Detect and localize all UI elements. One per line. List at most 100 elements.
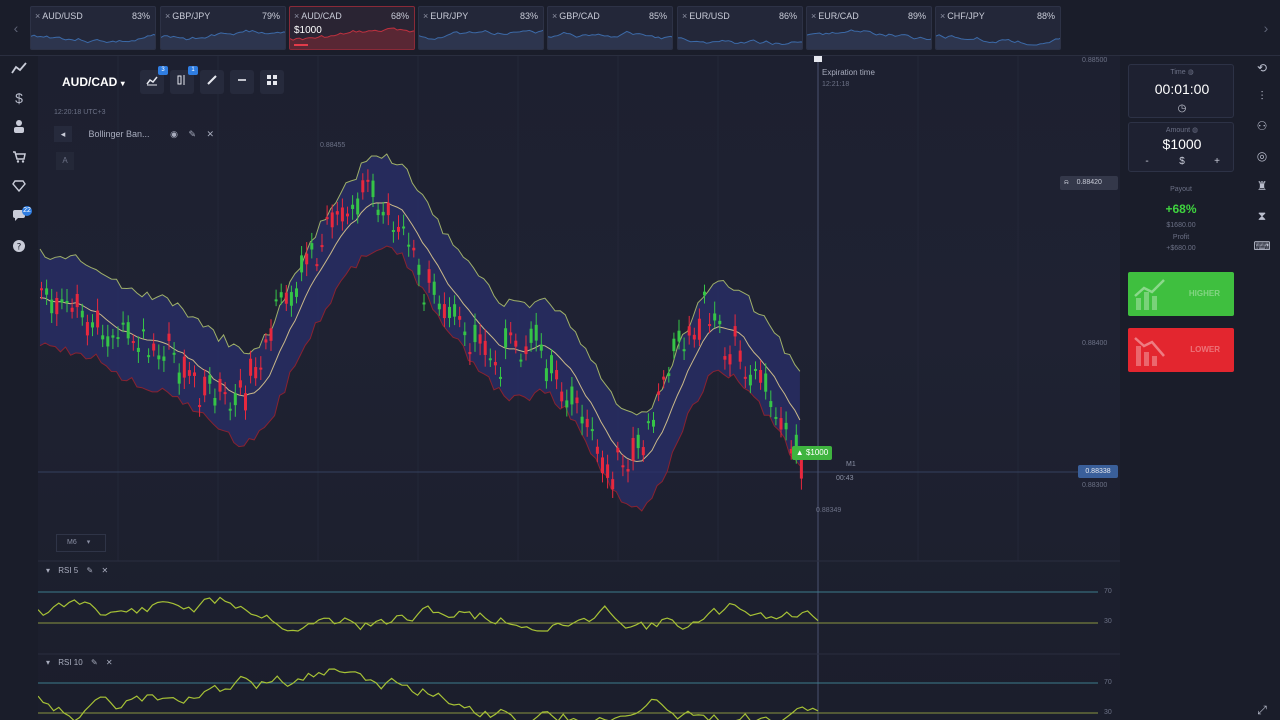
eye-icon[interactable]: ◉ bbox=[170, 129, 178, 139]
candle bbox=[177, 372, 181, 384]
close-icon[interactable]: × bbox=[294, 11, 299, 21]
close-icon[interactable]: × bbox=[165, 11, 170, 21]
candle bbox=[703, 291, 706, 296]
asset-tab[interactable]: × AUD/USD 83% bbox=[30, 6, 156, 50]
candle bbox=[524, 346, 528, 355]
asset-name: × AUD/CAD bbox=[294, 11, 342, 21]
hourglass-icon[interactable]: ⧗ bbox=[1252, 206, 1272, 226]
alert-price: 0.88420 bbox=[1076, 179, 1102, 186]
trend-down-icon bbox=[1134, 337, 1165, 366]
rsi-panel-label: ▾ RSI 5 ✎ ✕ bbox=[46, 566, 108, 575]
timeframe-select[interactable]: M6 ▾ bbox=[56, 534, 106, 552]
timezone-label: 12:20:18 UTC+3 bbox=[54, 109, 106, 116]
candle bbox=[325, 217, 329, 220]
candle bbox=[157, 355, 161, 360]
higher-button[interactable]: HIGHER bbox=[1128, 272, 1234, 316]
asset-tab[interactable]: × EUR/CAD 89% bbox=[806, 6, 932, 50]
asset-name: × AUD/USD bbox=[35, 11, 83, 21]
collapse-icon[interactable]: ▾ bbox=[46, 566, 50, 575]
trophy-icon[interactable]: ♜ bbox=[1252, 176, 1272, 196]
chart-area[interactable]: AUD/CAD ▾ 3 1 12:20:18 UTC+3 ◂ Bollinger… bbox=[38, 56, 1120, 720]
candle bbox=[743, 376, 747, 379]
layout-grid-icon[interactable] bbox=[260, 70, 284, 94]
community-icon[interactable]: ⚇ bbox=[1252, 116, 1272, 136]
candle bbox=[453, 304, 457, 317]
chevron-right-icon[interactable]: › bbox=[1256, 18, 1276, 38]
target-icon[interactable]: ◎ bbox=[1252, 146, 1272, 166]
close-icon[interactable]: × bbox=[940, 11, 945, 21]
time-box[interactable]: Time ◍ 00:01:00 ◷ bbox=[1128, 64, 1234, 118]
candle bbox=[259, 367, 263, 370]
asset-tab[interactable]: × AUD/CAD 68% $1000 bbox=[289, 6, 415, 50]
edit-icon[interactable]: ✎ bbox=[87, 566, 94, 575]
candle bbox=[274, 299, 278, 302]
candle bbox=[402, 226, 406, 229]
edit-icon[interactable]: ✎ bbox=[188, 129, 196, 139]
candle bbox=[213, 397, 217, 406]
asset-payout: 68% bbox=[390, 11, 409, 21]
close-icon[interactable]: × bbox=[811, 11, 816, 21]
amount-minus-button[interactable]: - bbox=[1129, 156, 1165, 167]
asset-tab[interactable]: × GBP/CAD 85% bbox=[547, 6, 673, 50]
low-label: 0.88349 bbox=[816, 507, 842, 514]
close-icon[interactable]: × bbox=[35, 11, 40, 21]
candle bbox=[504, 328, 508, 348]
open-trade-tag[interactable]: ▲ $1000 bbox=[792, 446, 832, 460]
candle bbox=[641, 447, 645, 456]
pencil-icon[interactable] bbox=[200, 70, 224, 94]
candle bbox=[672, 338, 676, 352]
edit-icon[interactable]: ✎ bbox=[91, 658, 98, 667]
chart-icon[interactable] bbox=[9, 60, 29, 80]
help-icon[interactable]: ? bbox=[9, 238, 29, 258]
price-chart[interactable] bbox=[38, 56, 1120, 720]
price-alert[interactable]: ⍾ 0.88420 bbox=[1060, 176, 1118, 190]
candle bbox=[585, 418, 589, 428]
close-icon[interactable]: × bbox=[552, 11, 557, 21]
close-icon[interactable]: × bbox=[682, 11, 687, 21]
candle bbox=[621, 465, 625, 468]
close-icon[interactable]: ✕ bbox=[106, 658, 113, 667]
collapse-button[interactable]: ◂ bbox=[54, 126, 72, 142]
asset-tab[interactable]: × CHF/JPY 88% bbox=[935, 6, 1061, 50]
history-icon[interactable]: ⟲ bbox=[1252, 58, 1272, 78]
candle bbox=[575, 397, 579, 404]
candle bbox=[468, 351, 472, 355]
diamond-icon[interactable] bbox=[9, 177, 29, 197]
close-icon[interactable]: ✕ bbox=[207, 129, 215, 139]
candle bbox=[626, 469, 630, 472]
fullscreen-icon[interactable]: ⤢ bbox=[1252, 700, 1272, 720]
user-icon[interactable] bbox=[9, 118, 29, 138]
asset-tab[interactable]: × EUR/USD 86% bbox=[677, 6, 803, 50]
amount-box[interactable]: Amount ◍ $1000 - $ + bbox=[1128, 122, 1234, 172]
asset-tab[interactable]: × EUR/JPY 83% bbox=[418, 6, 544, 50]
asset-name: × CHF/JPY bbox=[940, 11, 985, 21]
candle bbox=[601, 457, 604, 474]
dollar-icon[interactable]: $ bbox=[9, 88, 29, 108]
collapse-icon[interactable]: ▾ bbox=[46, 658, 50, 667]
amount-plus-button[interactable]: + bbox=[1199, 156, 1235, 167]
close-icon[interactable]: ✕ bbox=[101, 566, 108, 575]
asset-name: × EUR/USD bbox=[682, 11, 730, 21]
clock-icon[interactable]: ◷ bbox=[1129, 103, 1235, 114]
line-tool-icon[interactable] bbox=[230, 70, 254, 94]
high-label: 0.88455 bbox=[320, 142, 346, 149]
candle bbox=[106, 336, 110, 347]
candle bbox=[723, 356, 727, 360]
candle bbox=[748, 374, 752, 386]
indicators-button[interactable]: 3 bbox=[140, 66, 168, 94]
settings-sliders-icon[interactable]: ⫶ bbox=[1252, 86, 1272, 106]
lower-button[interactable]: LOWER bbox=[1128, 328, 1234, 372]
asset-tab[interactable]: × GBP/JPY 79% bbox=[160, 6, 286, 50]
asset-sparkline bbox=[161, 29, 285, 49]
payout-box: Payout +68% $1680.00 Profit +$680.00 bbox=[1128, 182, 1234, 262]
candle bbox=[254, 367, 258, 379]
currency-button[interactable]: $ bbox=[1164, 156, 1200, 167]
close-icon[interactable]: × bbox=[423, 11, 428, 21]
keyboard-icon[interactable]: ⌨ bbox=[1252, 236, 1272, 256]
chevron-left-icon[interactable]: ‹ bbox=[6, 18, 26, 38]
drawings-button[interactable]: 1 bbox=[170, 66, 198, 94]
pair-select[interactable]: AUD/CAD ▾ bbox=[56, 71, 131, 93]
cart-icon[interactable] bbox=[9, 148, 29, 168]
candle bbox=[182, 356, 186, 378]
text-tool-button[interactable]: A bbox=[56, 152, 74, 170]
